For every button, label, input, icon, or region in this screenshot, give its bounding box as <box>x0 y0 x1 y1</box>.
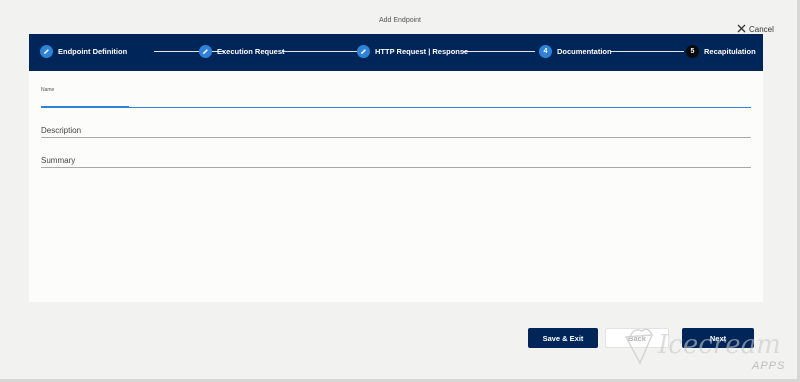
step-label: Documentation <box>557 47 612 56</box>
step-execution-request[interactable]: Execution Request <box>199 45 285 58</box>
stepper: Endpoint Definition Execution Request HT… <box>29 34 763 71</box>
dialog-title: Add Endpoint <box>378 17 422 24</box>
back-button[interactable]: Back <box>605 328 669 348</box>
save-exit-button[interactable]: Save & Exit <box>528 328 598 348</box>
pencil-icon <box>40 45 53 58</box>
step-label: Endpoint Definition <box>58 47 128 56</box>
step-endpoint-definition[interactable]: Endpoint Definition <box>40 45 127 58</box>
summary-underline <box>41 167 751 168</box>
step-connector <box>282 51 358 52</box>
dialog-card: Endpoint Definition Execution Request HT… <box>29 34 763 302</box>
description-label: Description <box>41 126 82 135</box>
step-label: HTTP Request | Response <box>375 47 469 56</box>
name-focus-indicator <box>41 106 129 108</box>
name-underline <box>41 107 751 108</box>
description-underline <box>41 137 751 138</box>
summary-field[interactable]: Summary <box>41 156 751 170</box>
step-number: 5 <box>686 45 699 58</box>
name-field[interactable]: Name <box>41 87 751 111</box>
step-number: 4 <box>539 45 552 58</box>
step-label: Recapitulation <box>704 47 756 56</box>
step-http-request-response[interactable]: HTTP Request | Response <box>357 45 468 58</box>
next-button[interactable]: Next <box>682 328 754 348</box>
step-recapitulation[interactable]: 5 Recapitulation <box>686 45 756 58</box>
pencil-icon <box>199 45 212 58</box>
step-label: Execution Request <box>217 47 285 56</box>
description-field[interactable]: Description <box>41 126 751 140</box>
summary-label: Summary <box>41 156 76 165</box>
cancel-label: Cancel <box>749 24 774 34</box>
pencil-icon <box>357 45 370 58</box>
name-label: Name <box>41 87 55 93</box>
watermark-apps: APPS <box>752 360 786 372</box>
step-connector <box>611 51 684 52</box>
step-connector <box>463 51 535 52</box>
step-documentation[interactable]: 4 Documentation <box>539 45 612 58</box>
